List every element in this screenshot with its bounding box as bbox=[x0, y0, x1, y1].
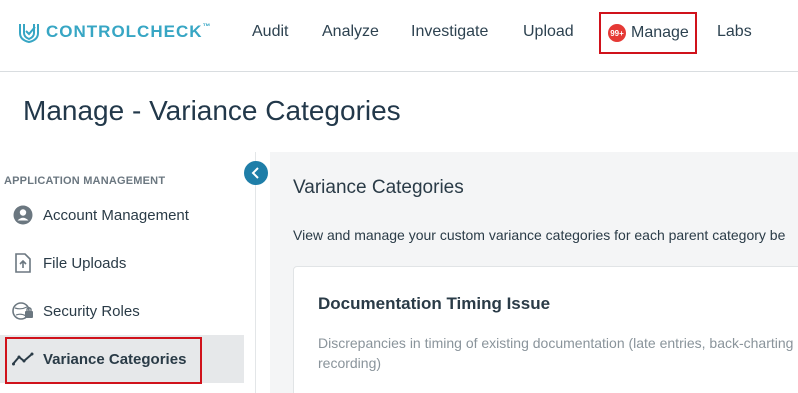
security-roles-icon bbox=[12, 300, 34, 322]
nav-analyze[interactable]: Analyze bbox=[322, 23, 379, 41]
logo-text: CONTROLCHECK™ bbox=[46, 22, 212, 41]
sidebar-item-security-roles[interactable]: Security Roles bbox=[0, 288, 244, 334]
collapse-sidebar-button[interactable] bbox=[244, 161, 268, 185]
main-content: Variance Categories View and manage your… bbox=[270, 152, 798, 393]
page-title: Manage - Variance Categories bbox=[23, 95, 401, 126]
sidebar-item-file-uploads[interactable]: File Uploads bbox=[0, 240, 244, 286]
card-title: Documentation Timing Issue bbox=[318, 294, 551, 313]
sidebar-item-account-management[interactable]: Account Management bbox=[0, 192, 244, 238]
file-upload-icon bbox=[12, 252, 34, 274]
variance-category-card[interactable]: Documentation Timing Issue Discrepancies… bbox=[293, 266, 798, 393]
sidebar-item-label: File Uploads bbox=[43, 254, 127, 272]
nav-manage-label: Manage bbox=[631, 24, 689, 41]
sidebar-item-label: Account Management bbox=[43, 206, 189, 224]
logo-shield-icon bbox=[19, 24, 39, 43]
sidebar-item-label: Security Roles bbox=[43, 302, 140, 320]
top-header: CONTROLCHECK™ Audit Analyze Investigate … bbox=[0, 0, 798, 72]
account-icon bbox=[12, 204, 34, 226]
active-item-highlight bbox=[5, 337, 202, 384]
controlcheck-logo[interactable]: CONTROLCHECK™ bbox=[18, 20, 212, 44]
sidebar: APPLICATION MANAGEMENT Account Managemen… bbox=[0, 152, 256, 393]
section-description: View and manage your custom variance cat… bbox=[293, 227, 786, 243]
nav-investigate[interactable]: Investigate bbox=[411, 23, 488, 41]
card-description: Discrepancies in timing of existing docu… bbox=[318, 335, 794, 371]
nav-labs[interactable]: Labs bbox=[717, 23, 752, 41]
sidebar-heading: APPLICATION MANAGEMENT bbox=[4, 175, 166, 187]
notification-badge: 99+ bbox=[608, 24, 626, 42]
nav-manage[interactable]: 99+ Manage bbox=[599, 12, 697, 54]
nav-upload[interactable]: Upload bbox=[523, 23, 574, 41]
chevron-left-icon bbox=[251, 167, 259, 179]
nav-audit[interactable]: Audit bbox=[252, 23, 288, 41]
section-title: Variance Categories bbox=[293, 177, 464, 198]
